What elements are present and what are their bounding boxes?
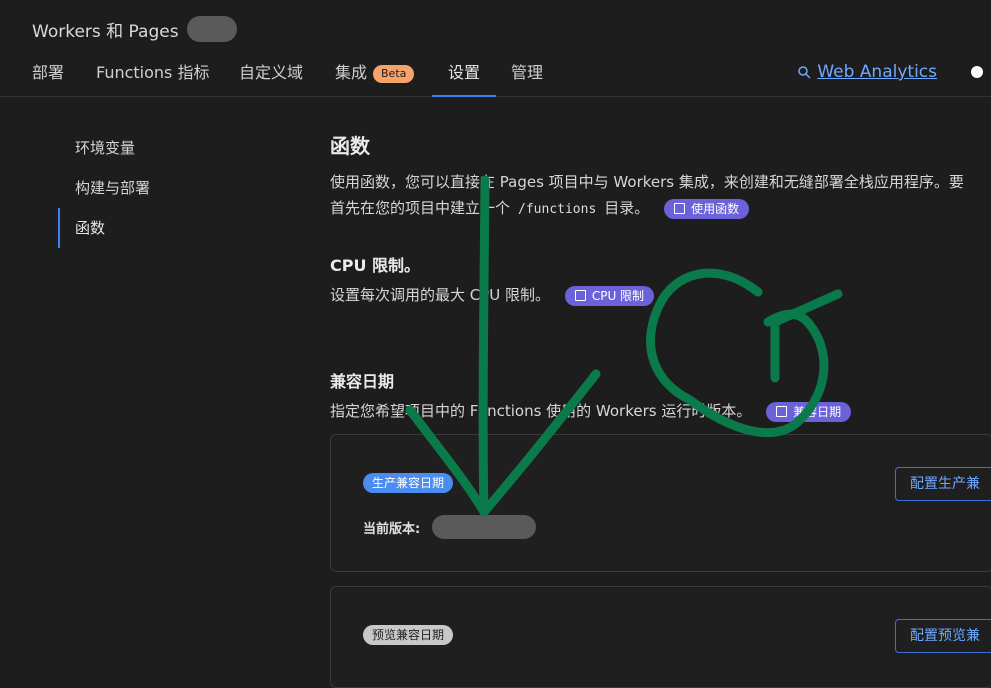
tab-deployments[interactable]: 部署 bbox=[32, 56, 64, 96]
cpu-limit-desc-text: 设置每次调用的最大 CPU 限制。 bbox=[330, 286, 551, 304]
cpu-limit-section: CPU 限制。 设置每次调用的最大 CPU 限制。 CPU 限制 bbox=[330, 252, 655, 308]
tab-label: 管理 bbox=[511, 63, 544, 82]
functions-docs-link[interactable]: 使用函数 bbox=[664, 198, 750, 219]
functions-desc-text: 首先在您的项目中建立一个 bbox=[330, 199, 511, 217]
app-title: Workers 和 Pages bbox=[32, 16, 237, 42]
current-version-row: 当前版本: bbox=[363, 515, 537, 539]
tab-custom-domains[interactable]: 自定义域 bbox=[239, 56, 303, 96]
sidebar-item-functions[interactable]: 函数 bbox=[58, 208, 278, 248]
tab-label: Functions 指标 bbox=[96, 63, 210, 82]
compat-date-docs-link[interactable]: 兼容日期 bbox=[766, 401, 852, 422]
tab-label: 自定义域 bbox=[239, 63, 304, 82]
cpu-limit-title: CPU 限制。 bbox=[330, 256, 421, 275]
tab-integrations[interactable]: 集成 Beta bbox=[335, 56, 415, 96]
docs-link-label: 兼容日期 bbox=[793, 404, 842, 419]
functions-title: 函数 bbox=[330, 134, 370, 158]
main-content: 函数 使用函数，您可以直接在 Pages 项目中与 Workers 集成，来创建… bbox=[330, 130, 991, 422]
github-icon[interactable] bbox=[971, 66, 983, 78]
preview-compat-card: 预览兼容日期 配置预览兼 bbox=[330, 586, 991, 688]
compat-date-title: 兼容日期 bbox=[330, 372, 395, 391]
functions-desc-line2: 首先在您的项目中建立一个/functions 目录。 使用函数 bbox=[330, 195, 991, 223]
cpu-limit-desc: 设置每次调用的最大 CPU 限制。 CPU 限制 bbox=[330, 282, 655, 308]
book-icon bbox=[574, 290, 586, 301]
tab-label: 部署 bbox=[32, 63, 65, 82]
redacted-project-name bbox=[186, 16, 237, 42]
sidebar-item-label: 环境变量 bbox=[75, 139, 136, 157]
sidebar-item-label: 构建与部署 bbox=[75, 179, 151, 197]
production-tag: 生产兼容日期 bbox=[363, 473, 454, 493]
docs-link-label: CPU 限制 bbox=[591, 288, 645, 303]
tab-functions-metrics[interactable]: Functions 指标 bbox=[96, 56, 209, 96]
settings-sidebar: 环境变量 构建与部署 函数 bbox=[58, 128, 278, 248]
tab-settings[interactable]: 设置 bbox=[431, 56, 497, 97]
functions-desc-text: 目录。 bbox=[604, 199, 650, 217]
analytics-icon bbox=[798, 66, 811, 79]
configure-production-button[interactable]: 配置生产兼 bbox=[895, 467, 991, 501]
compat-date-desc: 指定您希望项目中的 Functions 使用的 Workers 运行时版本。 兼… bbox=[330, 398, 852, 424]
functions-section: 函数 使用函数，您可以直接在 Pages 项目中与 Workers 集成，来创建… bbox=[330, 130, 991, 223]
sidebar-item-label: 函数 bbox=[75, 219, 106, 237]
compat-date-section: 兼容日期 指定您希望项目中的 Functions 使用的 Workers 运行时… bbox=[330, 368, 852, 424]
beta-badge: Beta bbox=[373, 64, 415, 83]
current-version-label: 当前版本: bbox=[363, 521, 421, 537]
functions-desc-line1: 使用函数，您可以直接在 Pages 项目中与 Workers 集成，来创建和无缝… bbox=[330, 173, 964, 191]
book-icon bbox=[674, 203, 686, 214]
web-analytics-label: Web Analytics bbox=[817, 62, 937, 82]
tab-label: 设置 bbox=[448, 63, 481, 82]
loop-arrow-head bbox=[770, 289, 843, 383]
configure-preview-button[interactable]: 配置预览兼 bbox=[895, 619, 991, 653]
tab-label: 集成 bbox=[335, 63, 368, 82]
web-analytics-link[interactable]: Web Analytics bbox=[797, 62, 937, 82]
compat-date-desc-text: 指定您希望项目中的 Functions 使用的 Workers 运行时版本。 bbox=[330, 402, 752, 420]
docs-link-label: 使用函数 bbox=[691, 201, 740, 216]
production-compat-card: 生产兼容日期 当前版本: 配置生产兼 bbox=[330, 434, 991, 572]
cpu-limit-docs-link[interactable]: CPU 限制 bbox=[564, 285, 655, 306]
sidebar-item-env-vars[interactable]: 环境变量 bbox=[58, 128, 278, 168]
redacted-version-value bbox=[432, 515, 537, 539]
book-icon bbox=[776, 406, 788, 417]
sidebar-item-build-deploy[interactable]: 构建与部署 bbox=[58, 168, 278, 208]
app-title-text: Workers 和 Pages bbox=[32, 21, 179, 42]
functions-dir-code: /functions bbox=[518, 202, 597, 217]
preview-tag: 预览兼容日期 bbox=[363, 625, 454, 645]
tab-manage[interactable]: 管理 bbox=[511, 56, 543, 96]
